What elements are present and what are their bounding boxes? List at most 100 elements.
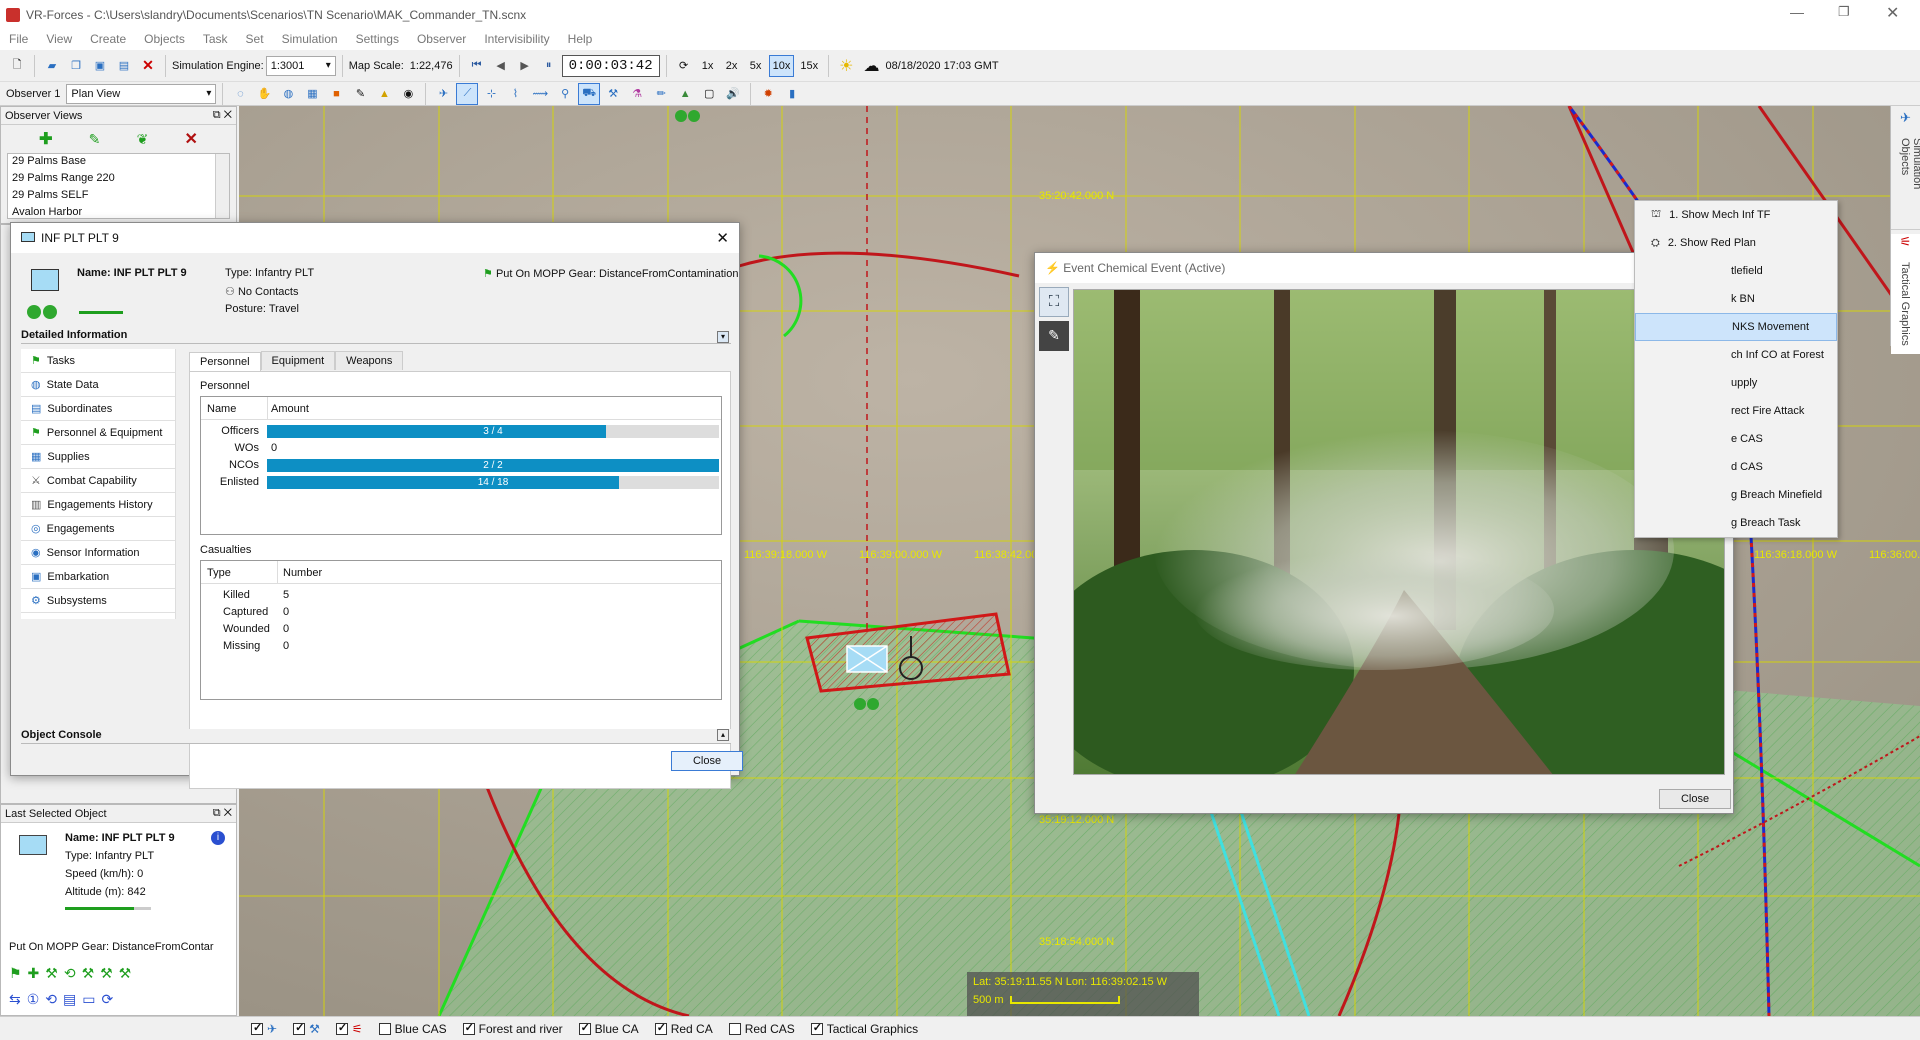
binoculars-icon[interactable]: ⛶ [1039,287,1069,317]
maximize-button[interactable]: ❐ [1838,4,1850,20]
edit-view-icon[interactable]: ✎ [89,131,101,148]
speed-15x-button[interactable]: 15x [796,55,822,77]
bookmark-icon[interactable]: ▮ [781,83,803,105]
layer-checkbox[interactable] [251,1021,263,1036]
menu-observer[interactable]: Observer [408,30,475,48]
delete-icon[interactable]: ✕ [137,55,159,77]
list-item[interactable]: 29 Palms Base [8,154,229,171]
speed-1x-button[interactable]: 1x [697,55,719,77]
nav-subordinates[interactable]: ▤ Subordinates [21,397,175,421]
explosion-icon[interactable]: ✹ [757,83,779,105]
landscape-icon[interactable]: ▲ [674,83,696,105]
list-item[interactable]: 29 Palms SELF [8,188,229,205]
layer-checkbox[interactable] [578,1021,591,1036]
list-item[interactable]: 29 Palms Range 220 [8,171,229,188]
menu-item[interactable]: tlefield [1635,257,1837,285]
sim-engine-select[interactable]: 1:3001 [265,55,336,76]
speed-10x-button[interactable]: 10x [768,54,795,77]
globe-icon[interactable]: ◍ [277,83,299,105]
menu-item[interactable]: ch Inf CO at Forest [1635,341,1837,369]
tab-simulation-objects[interactable]: ✈ Simulation Objects [1891,110,1920,230]
nav-state-data[interactable]: ◍ State Data [21,373,175,397]
tab-tactical-graphics[interactable]: ⚟ Tactical Graphics [1891,234,1920,354]
sound-icon[interactable]: 🔊 [722,83,744,105]
select-lasso-icon[interactable]: ◌ [229,83,251,105]
action-buttons-row[interactable]: ⇆①⟲▤▭⟳ [9,991,119,1008]
menu-intervisibility[interactable]: Intervisibility [475,30,558,48]
nav-combat-capability[interactable]: ⚔ Combat Capability [21,469,175,493]
save-icon[interactable]: ▣ [89,55,111,77]
dialog-close-button[interactable]: Close [671,751,743,771]
info-icon[interactable]: i [211,831,225,845]
layer-checkbox[interactable] [462,1021,475,1036]
notes-icon[interactable]: ✎ [1039,321,1069,351]
play-icon[interactable]: ▶ [514,55,536,77]
menu-item[interactable]: e CAS [1635,425,1837,453]
expand-icon[interactable]: ▴ [717,729,729,741]
step-back-icon[interactable]: ◀ [490,55,512,77]
pencil-icon[interactable]: ✏ [650,83,672,105]
close-window-button[interactable]: ✕ [1886,3,1899,23]
tab-equipment[interactable]: Equipment [260,351,336,370]
menu-item[interactable]: upply [1635,369,1837,397]
speed-icon[interactable]: ⟳ [673,55,695,77]
draw-tool-icon[interactable]: ✎ [349,83,371,105]
weather-icon[interactable]: ☁ [859,55,883,77]
tab-personnel[interactable]: Personnel [189,352,261,371]
nav-sensor-information[interactable]: ◉ Sensor Information [21,541,175,565]
panel-controls[interactable]: ⧉ ✕ [213,109,232,122]
remove-view-icon[interactable]: ✕ [184,129,197,149]
phase-line-icon[interactable]: ⟿ [528,83,552,105]
layer-tactical-graphics[interactable]: Tactical Graphics [810,1021,918,1036]
nav-engagements[interactable]: ◎ Engagements [21,517,175,541]
menu-simulation[interactable]: Simulation [273,30,347,48]
color-map-icon[interactable]: ■ [325,83,347,105]
view-mode-select[interactable]: Plan View [66,83,217,104]
layer-red-ca[interactable]: Red CA [654,1021,713,1036]
nav-personnel-equipment[interactable]: ⚑ Personnel & Equipment [21,421,175,445]
rotary-icon[interactable]: ⚲ [554,83,576,105]
nav-embarkation[interactable]: ▣ Embarkation [21,565,175,589]
task-buttons-row[interactable]: ⚑✚⚒⟲⚒⚒⚒ [9,965,137,982]
line-icon[interactable]: ⌇ [504,83,526,105]
waypoint-icon[interactable]: ⊹ [480,83,502,105]
layer-checkbox[interactable] [378,1023,391,1036]
pause-icon[interactable]: ⏸ [538,55,560,77]
layer-forest-river[interactable]: Forest and river [462,1021,563,1036]
layer-blue-ca[interactable]: Blue CA [578,1021,639,1036]
minimize-button[interactable]: — [1790,4,1804,20]
speed-2x-button[interactable]: 2x [721,55,743,77]
layer-checkbox[interactable] [810,1021,823,1036]
nav-subsystems[interactable]: ⚙ Subsystems [21,589,175,613]
aircraft-icon[interactable]: ✈ [432,83,454,105]
event-close-button[interactable]: Close [1659,789,1731,809]
sun-icon[interactable]: ☀ [835,55,857,77]
menu-item[interactable]: ⛫ 1. Show Mech Inf TF [1635,201,1837,229]
collapse-icon[interactable]: ▾ [717,331,729,343]
nav-tasks[interactable]: ⚑ Tasks [21,349,175,373]
nav-supplies[interactable]: ▦ Supplies [21,445,175,469]
menu-set[interactable]: Set [237,30,273,48]
layer-red-cas[interactable]: Red CAS [728,1022,795,1036]
menu-item[interactable]: k BN [1635,285,1837,313]
map-grid-icon[interactable]: ▦ [301,83,323,105]
rewind-icon[interactable]: ⏮ [466,55,488,77]
copy-icon[interactable]: ❐ [65,55,87,77]
layer-checkbox[interactable] [293,1021,306,1036]
new-file-icon[interactable]: 🗋 [6,55,28,77]
route-icon[interactable]: ⟋ [456,82,479,105]
layer-checkbox[interactable] [335,1021,348,1036]
terrain-icon[interactable]: ▲ [373,83,395,105]
menu-view[interactable]: View [37,30,81,48]
layer-blue-cas[interactable]: Blue CAS [378,1022,447,1036]
menu-item[interactable]: NKS Movement [1635,313,1837,341]
open-folder-icon[interactable]: ▰ [41,55,63,77]
menu-objects[interactable]: Objects [135,30,194,48]
menu-create[interactable]: Create [81,30,135,48]
menu-item[interactable]: ⛭ 2. Show Red Plan [1635,229,1837,257]
menu-file[interactable]: File [0,30,37,48]
list-item[interactable]: Avalon Harbor [8,205,229,218]
vehicle-icon[interactable]: ⛟ [578,82,601,105]
menu-item[interactable]: g Breach Minefield [1635,481,1837,509]
menu-item[interactable]: rect Fire Attack [1635,397,1837,425]
